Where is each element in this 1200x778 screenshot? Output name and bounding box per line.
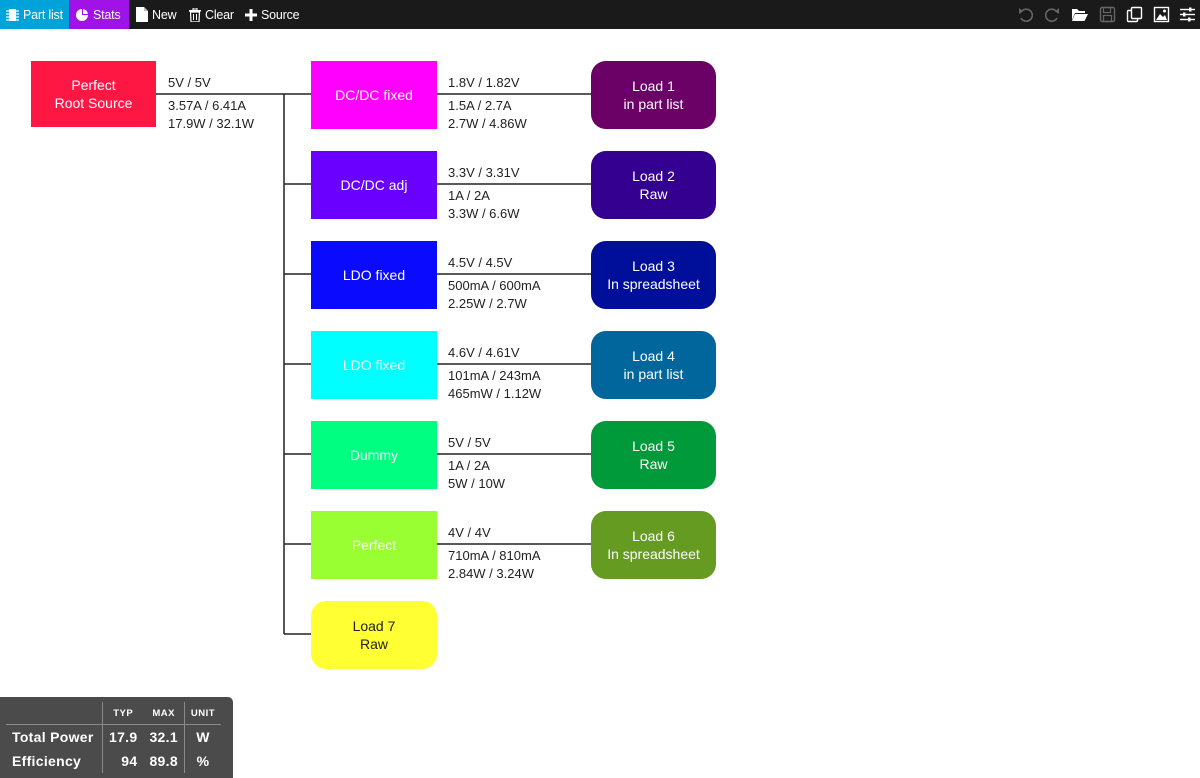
node-label: Load 2 [632, 168, 675, 184]
stats-row: Total Power 17.9 32.1 W [6, 724, 222, 749]
clear-label: Clear [205, 7, 234, 22]
node-label: Load 1 [632, 78, 675, 94]
node-label: In spreadsheet [607, 546, 700, 562]
new-label: New [152, 7, 177, 22]
node-label: Load 4 [632, 348, 675, 364]
converter-node[interactable]: Dummy [311, 421, 437, 489]
save-icon[interactable] [1099, 6, 1116, 23]
current-label: 500mA / 600mA [448, 278, 541, 293]
stats-header-empty [6, 702, 103, 725]
node-label: In spreadsheet [607, 276, 700, 292]
root-current-label: 3.57A / 6.41A [168, 98, 247, 113]
node-label: Load 3 [632, 258, 675, 274]
load-node[interactable]: Load 3 In spreadsheet [591, 241, 716, 309]
power-label: 2.84W / 3.24W [448, 566, 534, 581]
sliders-icon[interactable] [1179, 6, 1196, 23]
voltage-label: 3.3V / 3.31V [448, 165, 520, 180]
stats-label: Stats [93, 7, 121, 22]
node-label: DC/DC adj [340, 177, 408, 193]
voltage-label: 4.5V / 4.5V [448, 255, 513, 270]
part-list-label: Part list [23, 7, 63, 22]
node-label: in part list [623, 96, 684, 112]
redo-icon[interactable] [1044, 6, 1061, 23]
current-label: 1A / 2A [448, 188, 490, 203]
add-source-button[interactable]: Source [239, 0, 305, 29]
node-label: Raw [639, 186, 668, 202]
new-file-icon [136, 7, 148, 22]
load-node[interactable]: Load 1 in part list [591, 61, 716, 129]
stats-header-typ: TYP [102, 702, 144, 725]
voltage-label: 4V / 4V [448, 525, 491, 540]
power-label: 2.25W / 2.7W [448, 296, 527, 311]
root-source-node[interactable]: Perfect Root Source [31, 61, 156, 127]
folder-open-icon[interactable] [1071, 6, 1088, 23]
image-icon[interactable] [1153, 6, 1170, 23]
power-tree-diagram: Perfect Root Source 5V / 5V 3.57A / 6.41… [0, 29, 1200, 778]
power-label: 5W / 10W [448, 476, 506, 491]
current-label: 1.5A / 2.7A [448, 98, 512, 113]
load-node[interactable]: Load 6 In spreadsheet [591, 511, 716, 579]
voltage-label: 5V / 5V [448, 435, 491, 450]
toolbar: Part list Stats New Clear Source [0, 0, 1200, 29]
converter-node[interactable]: Perfect [311, 511, 437, 579]
stats-typ-value: 17.9 [102, 724, 144, 749]
node-label: Root Source [54, 95, 133, 111]
stats-row-name: Efficiency [12, 753, 82, 769]
node-label: Load 5 [632, 438, 675, 454]
converter-node[interactable]: DC/DC adj [311, 151, 437, 219]
part-list-button[interactable]: Part list [0, 0, 69, 29]
node-label: Raw [359, 636, 388, 652]
node-label: LDO fixed [342, 357, 406, 373]
node-label: Perfect [351, 537, 397, 553]
pie-chart-icon [75, 8, 89, 22]
clear-button[interactable]: Clear [183, 0, 240, 29]
stats-row-name: Total Power [12, 729, 94, 745]
load-node[interactable]: Load 4 in part list [591, 331, 716, 399]
node-label: Perfect [71, 77, 116, 93]
stats-unit-value: W [183, 724, 222, 749]
voltage-label: 4.6V / 4.61V [448, 345, 520, 360]
converter-node[interactable]: LDO fixed [311, 241, 437, 309]
node-label: DC/DC fixed [335, 87, 413, 103]
load-node-direct[interactable]: Load 7 Raw [311, 601, 437, 669]
source-label: Source [261, 7, 300, 22]
stats-button[interactable]: Stats [69, 0, 129, 29]
wire-layer [156, 93, 591, 635]
load-node[interactable]: Load 5 Raw [591, 421, 716, 489]
plus-icon [245, 8, 257, 21]
stats-panel: TYP MAX UNIT Total Power 17.9 32.1 W Eff… [0, 697, 233, 778]
load-node[interactable]: Load 2 Raw [591, 151, 716, 219]
root-voltage-label: 5V / 5V [168, 75, 211, 90]
copy-icon[interactable] [1126, 6, 1143, 23]
new-button[interactable]: New [130, 0, 182, 29]
stats-unit-value: % [183, 749, 222, 773]
root-power-label: 17.9W / 32.1W [168, 116, 254, 131]
current-label: 1A / 2A [448, 458, 490, 473]
node-label: Raw [639, 456, 668, 472]
node-label: Load 6 [632, 528, 675, 544]
stats-row: Efficiency 94 89.8 % [6, 749, 222, 773]
converter-node[interactable]: LDO fixed [311, 331, 437, 399]
undo-icon[interactable] [1017, 6, 1034, 23]
power-label: 3.3W / 6.6W [448, 206, 520, 221]
stats-max-value: 32.1 [149, 729, 178, 745]
stats-header-unit: UNIT [183, 702, 222, 725]
converter-node[interactable]: DC/DC fixed [311, 61, 437, 129]
stats-typ-value: 94 [102, 749, 144, 773]
stats-table: TYP MAX UNIT Total Power 17.9 32.1 W Eff… [6, 702, 222, 773]
node-label: in part list [623, 366, 684, 382]
trash-icon [189, 7, 201, 22]
stats-max-value: 89.8 [149, 753, 178, 769]
power-label: 2.7W / 4.86W [448, 116, 527, 131]
chip-icon [6, 8, 19, 22]
current-label: 710mA / 810mA [448, 548, 541, 563]
voltage-label: 1.8V / 1.82V [448, 75, 520, 90]
node-label: Load 7 [352, 618, 396, 634]
node-label: LDO fixed [342, 267, 406, 283]
stats-header-max: MAX [152, 707, 175, 719]
power-label: 465mW / 1.12W [448, 386, 542, 401]
node-label: Dummy [349, 447, 399, 463]
current-label: 101mA / 243mA [448, 368, 541, 383]
